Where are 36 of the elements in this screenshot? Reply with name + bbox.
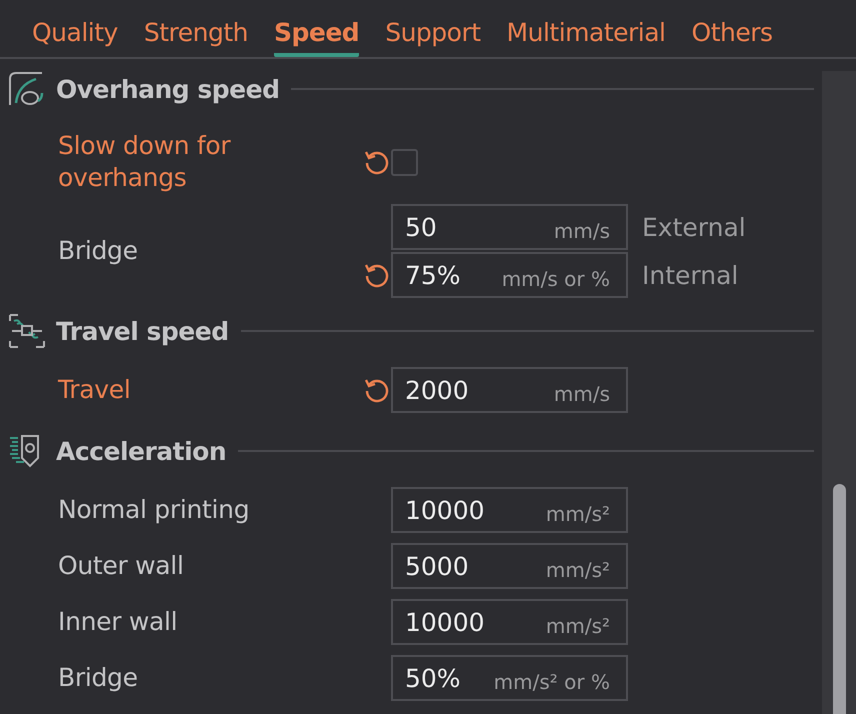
- tab[interactable]: Multimaterial: [506, 18, 666, 57]
- setting-label: Slow down for overhangs: [58, 130, 232, 194]
- input-field[interactable]: 2000 mm/s: [391, 367, 628, 413]
- setting-label: Inner wall: [58, 606, 178, 638]
- scrollbar-thumb[interactable]: [833, 484, 846, 714]
- field-caption: External: [642, 212, 746, 242]
- input-field[interactable]: 50 mm/s: [391, 204, 628, 250]
- section-title: Acceleration: [56, 436, 226, 466]
- setting-label: Bridge: [58, 235, 139, 267]
- unit-label: mm/s² or %: [494, 670, 610, 694]
- setting-label: Bridge: [58, 662, 139, 694]
- input-field[interactable]: 5000 mm/s²: [391, 543, 628, 589]
- unit-label: mm/s²: [546, 558, 610, 582]
- unit-label: mm/s: [554, 382, 610, 406]
- input-field[interactable]: 50% mm/s² or %: [391, 655, 628, 701]
- input-field[interactable]: 10000 mm/s²: [391, 599, 628, 645]
- setting-label: Outer wall: [58, 550, 185, 582]
- unit-label: mm/s or %: [502, 267, 610, 291]
- travel-icon: [8, 313, 46, 349]
- checkbox[interactable]: [391, 148, 418, 176]
- setting-label: Travel: [58, 374, 132, 406]
- unit-label: mm/s²: [546, 502, 610, 526]
- field-caption: Internal: [642, 260, 738, 290]
- tab[interactable]: Strength: [144, 18, 248, 57]
- input-field[interactable]: 10000 mm/s²: [391, 487, 628, 533]
- section-title: Travel speed: [56, 316, 229, 346]
- tab[interactable]: Quality: [32, 18, 118, 57]
- unit-label: mm/s²: [546, 614, 610, 638]
- tab[interactable]: Support: [385, 18, 481, 57]
- unit-label: mm/s: [554, 219, 610, 243]
- overhang-icon: [8, 71, 46, 107]
- input-field[interactable]: 75% mm/s or %: [391, 252, 628, 298]
- tab[interactable]: Others: [692, 18, 773, 57]
- section-title: Overhang speed: [56, 74, 280, 104]
- setting-label: Normal printing: [58, 494, 250, 526]
- tab[interactable]: Speed: [274, 18, 360, 57]
